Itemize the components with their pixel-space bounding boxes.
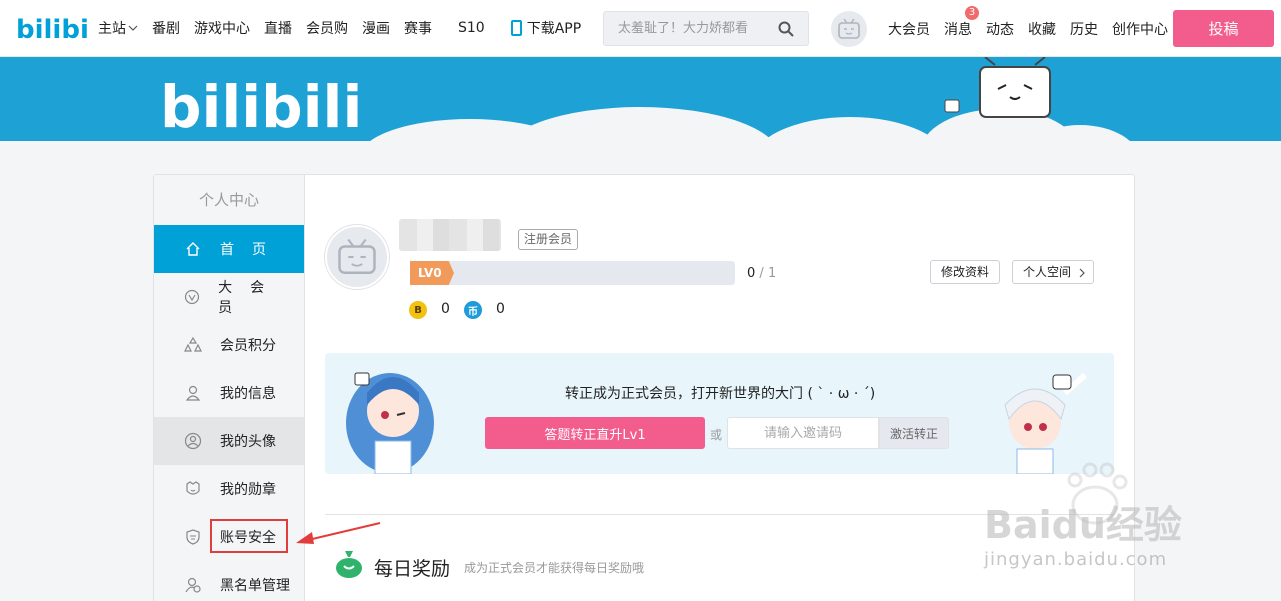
sidebar-item-label: 我的勋章 xyxy=(220,482,276,498)
svg-text:bilibili: bilibili xyxy=(16,15,88,45)
annotation-arrow-icon xyxy=(296,522,381,544)
main-nav: 主站 番剧 游戏中心 直播 会员购 漫画 赛事 S10 下载APP xyxy=(98,18,595,38)
exp-separator: / xyxy=(759,266,764,281)
or-separator: 或 xyxy=(710,428,723,442)
money-bag-icon xyxy=(336,551,362,578)
sidebar-item-home[interactable]: 首页 xyxy=(154,225,304,273)
chevron-down-icon xyxy=(128,25,138,31)
sidebar-item-label: 首页 xyxy=(220,242,284,258)
download-app-label: 下载APP xyxy=(526,21,582,37)
home-icon xyxy=(184,240,202,258)
exp-max: 1 xyxy=(767,266,777,281)
user-info-icon xyxy=(184,384,202,402)
watermark-url: jingyan.baidu.com xyxy=(984,549,1168,570)
coin-value: 0 xyxy=(496,301,505,317)
nav-big-vip[interactable]: 大会员 xyxy=(888,19,930,39)
coin-icon: 币 xyxy=(464,301,482,319)
sidebar-title: 个人中心 xyxy=(198,191,259,209)
bcoin-icon: B xyxy=(409,301,427,319)
blacklist-icon xyxy=(184,576,202,594)
user-avatar[interactable] xyxy=(831,11,867,47)
watermark-brand: Baidu经验 xyxy=(984,503,1182,547)
sidebar-item-vip[interactable]: 大会员 xyxy=(154,273,304,321)
messages-label: 消息 xyxy=(944,21,972,38)
level-badge: LV0 xyxy=(410,261,454,285)
nav-history[interactable]: 历史 xyxy=(1070,19,1098,39)
sidebar-item-label: 我的信息 xyxy=(220,386,276,402)
personal-space-button[interactable]: 个人空间 xyxy=(1012,260,1095,284)
avatar-icon xyxy=(184,432,202,450)
annotation-highlight-box xyxy=(210,519,288,553)
nav-s10[interactable]: S10 xyxy=(458,20,485,36)
banner-logo: bilibili xyxy=(160,73,362,141)
search-button[interactable] xyxy=(764,12,808,45)
sidebar-item-label: 大会员 xyxy=(218,280,283,316)
sidebar-item-blacklist[interactable]: 黑名单管理 xyxy=(154,561,304,601)
nav-esports[interactable]: 赛事 xyxy=(404,18,432,38)
daily-reward-subtitle: 成为正式会员才能获得每日奖励哦 xyxy=(464,561,645,575)
sidebar-item-my-medals[interactable]: 我的勋章 xyxy=(154,465,304,513)
nav-favorites[interactable]: 收藏 xyxy=(1028,19,1056,39)
nav-messages[interactable]: 消息 3 xyxy=(944,4,980,39)
message-count-badge: 3 xyxy=(964,4,980,21)
answer-quiz-button[interactable]: 答题转正直升Lv1 xyxy=(485,417,705,449)
sidebar-item-my-avatar[interactable]: 我的头像 xyxy=(154,417,304,465)
tv-face-icon xyxy=(838,18,860,39)
exp-current: 0 xyxy=(747,266,756,281)
personal-space-label: 个人空间 xyxy=(1023,265,1072,279)
sidebar-item-my-info[interactable]: 我的信息 xyxy=(154,369,304,417)
sidebar-item-label: 会员积分 xyxy=(220,338,276,354)
sidebar-item-points[interactable]: 会员积分 xyxy=(154,321,304,369)
member-tag: 注册会员 xyxy=(518,229,579,250)
search-icon xyxy=(778,21,794,37)
tv-face-icon xyxy=(338,238,376,274)
user-nav: 大会员 消息 3 动态 收藏 历史 创作中心 xyxy=(888,0,1182,57)
upgrade-message: 转正成为正式会员，打开新世界的大门 ( ` · ω · ´) xyxy=(565,386,876,402)
header-banner: bilibili xyxy=(0,57,1281,143)
username-blurred xyxy=(399,219,501,251)
daily-reward-title: 每日奖励 xyxy=(374,558,451,580)
edit-profile-button[interactable]: 修改资料 xyxy=(930,260,1001,284)
search-box xyxy=(603,11,809,46)
sidebar-item-label: 我的头像 xyxy=(220,434,276,450)
upgrade-panel xyxy=(325,353,1114,475)
chevron-right-icon xyxy=(1079,268,1085,278)
nav-game-center[interactable]: 游戏中心 xyxy=(194,18,250,38)
points-icon xyxy=(184,336,202,354)
medal-icon xyxy=(184,480,202,498)
mascot-illustrations xyxy=(346,372,1088,475)
nav-dynamics[interactable]: 动态 xyxy=(986,19,1014,39)
nav-main-site[interactable]: 主站 xyxy=(98,18,138,38)
invite-code-input[interactable] xyxy=(727,417,879,449)
sidebar-item-label: 黑名单管理 xyxy=(220,578,290,594)
profile-avatar[interactable] xyxy=(325,225,389,289)
nav-manga[interactable]: 漫画 xyxy=(362,18,390,38)
exp-readout: 0 / 1 xyxy=(747,266,776,281)
shield-icon xyxy=(184,528,202,546)
level-progress-bar xyxy=(444,261,735,285)
bcoin-value: 0 xyxy=(441,301,450,317)
activate-button[interactable]: 激活转正 xyxy=(879,417,949,449)
nav-mall[interactable]: 会员购 xyxy=(306,18,348,38)
nav-creator-center[interactable]: 创作中心 xyxy=(1112,19,1168,39)
vip-icon xyxy=(184,288,200,306)
search-input[interactable] xyxy=(604,12,764,45)
upload-button[interactable]: 投稿 xyxy=(1173,10,1274,47)
nav-anime[interactable]: 番剧 xyxy=(152,18,180,38)
banner-illustration: bilibili xyxy=(0,57,1281,143)
phone-icon xyxy=(510,20,522,36)
nav-live[interactable]: 直播 xyxy=(264,18,292,38)
bilibili-logo[interactable]: bilibili xyxy=(14,11,88,45)
mascot-left xyxy=(346,372,434,475)
nav-download-app[interactable]: 下载APP xyxy=(510,18,582,38)
